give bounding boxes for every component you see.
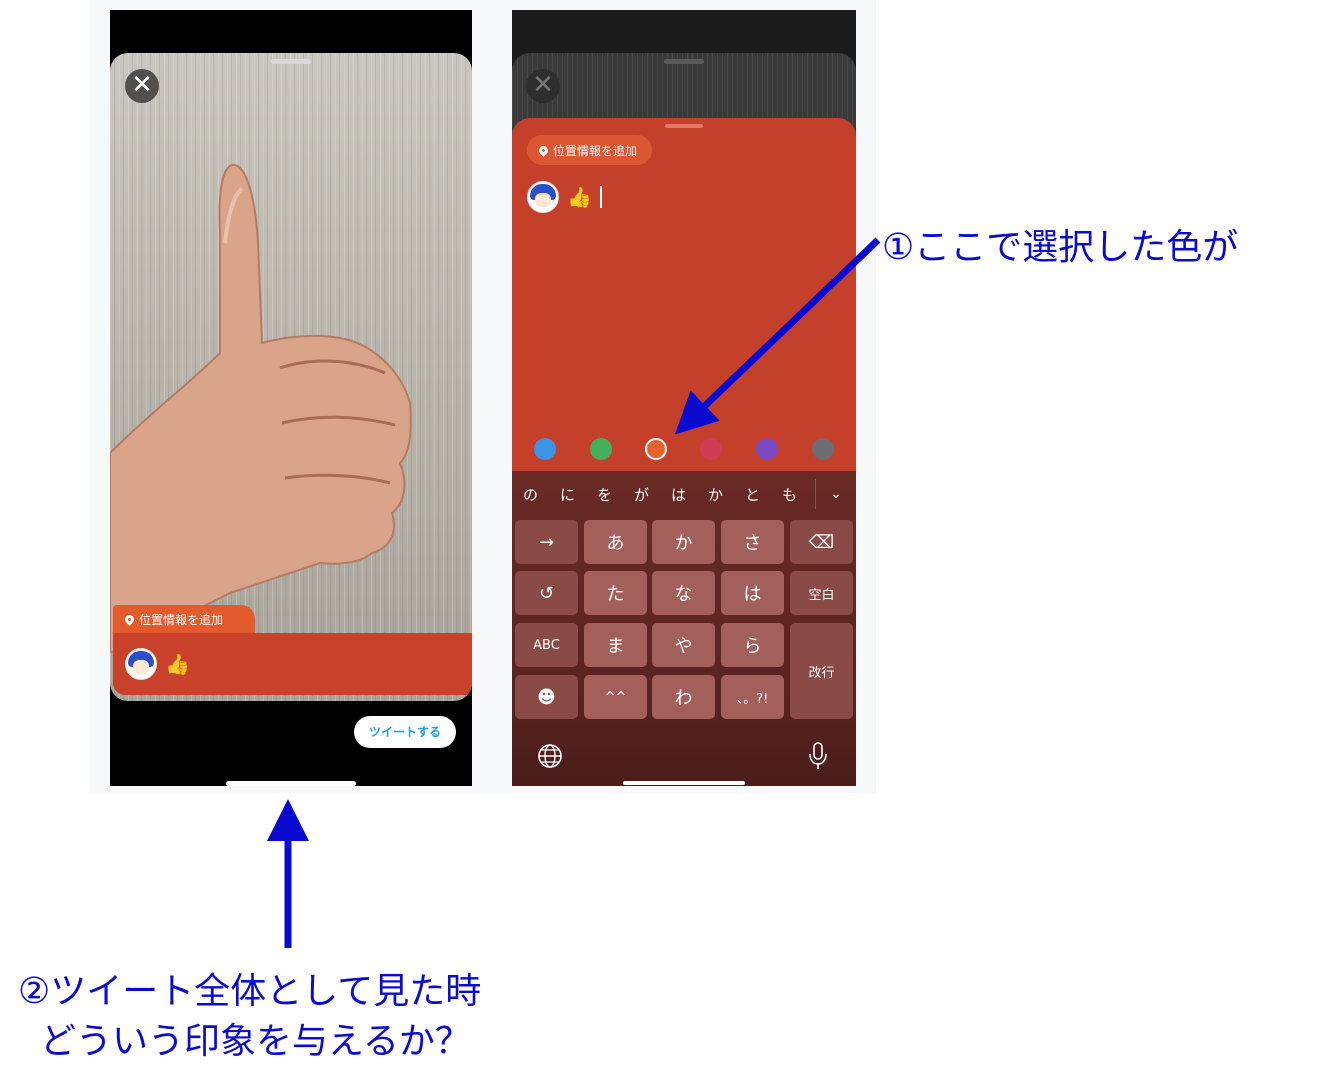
annotation-impression-line1: ②ツイート全体として見た時 (18, 971, 482, 1012)
annotation-impression-line2: どういう印象を与えるか？ (40, 1021, 471, 1062)
annotation-color-selection: ①ここで選択した色が (882, 227, 1239, 268)
annotation-arrows (267, 237, 881, 948)
arrow-to-color-swatch (674, 237, 881, 435)
